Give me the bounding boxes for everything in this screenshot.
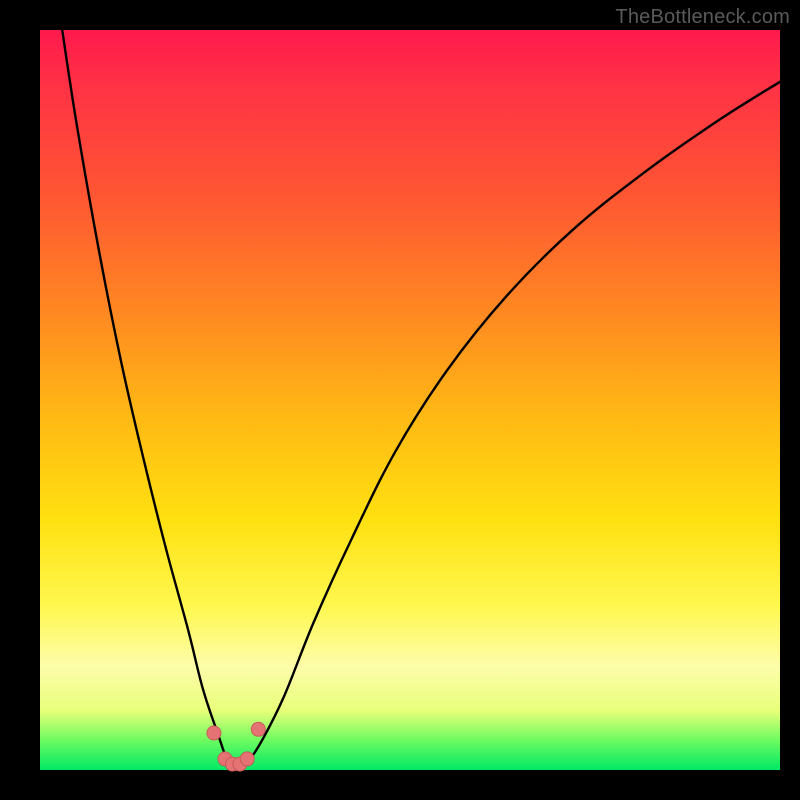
marker-point [240,752,254,766]
chart-frame: TheBottleneck.com [0,0,800,800]
watermark-text: TheBottleneck.com [615,6,790,29]
plot-area [40,30,780,770]
bottleneck-curve [62,30,780,767]
marker-point [207,726,221,740]
highlight-markers [207,722,265,771]
marker-point [251,722,265,736]
curve-layer [40,30,780,770]
